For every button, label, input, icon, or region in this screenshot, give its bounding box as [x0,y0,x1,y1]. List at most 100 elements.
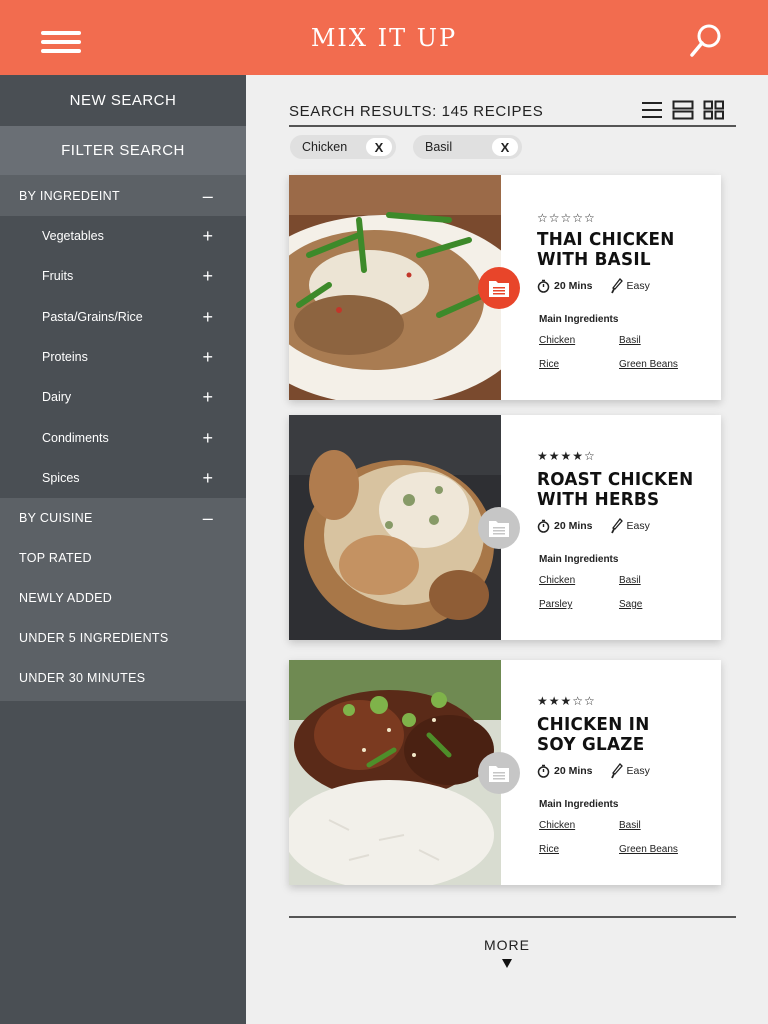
ingredient-link[interactable]: Basil [619,335,641,346]
recipe-card[interactable]: ☆☆☆☆☆ THAI CHICKEN WITH BASIL 20 Mins Eas… [289,175,721,400]
by-cuisine-label: BY CUISINE [19,511,93,526]
expand-icon: + [202,226,213,247]
ingredient-link[interactable]: Green Beans [619,844,678,855]
expand-icon: + [202,427,213,448]
sidebar-item-label: Vegetables [42,229,104,244]
expand-icon: + [202,347,213,368]
recipe-meta: 20 Mins Easy [537,518,650,534]
expand-icon: + [202,467,213,488]
divider [289,916,736,918]
difficulty: Easy [626,520,650,532]
chip-label: Basil [425,140,453,154]
knife-icon [610,518,623,534]
cook-time: 20 Mins [554,520,593,532]
ingredient-link[interactable]: Sage [619,599,642,610]
remove-chip-button[interactable]: X [492,138,518,156]
sidebar-item-label: Proteins [42,350,88,365]
cook-time: 20 Mins [554,280,593,292]
sidebar-item-label: Condiments [42,430,109,445]
rating-stars: ★★★★☆ [537,449,596,463]
recipe-photo [289,415,501,640]
sidebar-item-label: Dairy [42,390,72,405]
by-ingredient-toggle[interactable]: BY INGREDEINT – [0,175,246,216]
more-button[interactable]: MORE [246,937,768,953]
app-title: MIX IT UP [310,24,458,52]
difficulty: Easy [626,765,650,777]
sidebar-item-top-rated[interactable]: TOP RATED [0,538,246,578]
sidebar-item-spices[interactable]: Spices + [0,458,246,498]
folder-icon [489,766,509,782]
filter-chip-basil: Basil X [413,135,522,159]
ingredient-link[interactable]: Rice [539,359,559,370]
app-header: MIX IT UP [0,0,768,75]
sidebar: NEW SEARCH FILTER SEARCH BY INGREDEINT –… [0,75,246,1024]
recipe-info: ☆☆☆☆☆ THAI CHICKEN WITH BASIL 20 Mins Eas… [537,175,717,400]
timer-icon [537,764,550,778]
sidebar-item-fruits[interactable]: Fruits + [0,256,246,296]
recipe-title[interactable]: ROAST CHICKEN WITH HERBS [537,470,710,510]
new-search-button[interactable]: NEW SEARCH [0,75,246,126]
by-ingredient-label: BY INGREDEINT [19,188,120,203]
recipe-card[interactable]: ★★★☆☆ CHICKEN IN SOY GLAZE 20 Mins Easy M… [289,660,721,885]
by-cuisine-toggle[interactable]: BY CUISINE – [0,498,246,538]
main-ingredients-label: Main Ingredients [539,314,619,325]
recipe-photo [289,660,501,885]
recipe-meta: 20 Mins Easy [537,278,650,294]
sidebar-item-label: Fruits [42,269,74,284]
ingredient-link[interactable]: Chicken [539,575,575,586]
sidebar-item-under-5-ingredients[interactable]: UNDER 5 INGREDIENTS [0,618,246,658]
folder-icon [489,521,509,537]
sidebar-item-vegetables[interactable]: Vegetables + [0,216,246,256]
ingredient-link[interactable]: Basil [619,575,641,586]
expand-icon: + [202,306,213,327]
difficulty: Easy [626,280,650,292]
sidebar-item-proteins[interactable]: Proteins + [0,337,246,377]
ingredient-link[interactable]: Basil [619,820,641,831]
save-recipe-button[interactable] [478,507,520,549]
divider [289,125,736,127]
ingredient-link[interactable]: Rice [539,844,559,855]
save-recipe-button[interactable] [478,752,520,794]
other-filters: BY CUISINE – TOP RATED NEWLY ADDED UNDER… [0,498,246,702]
main-ingredients-label: Main Ingredients [539,799,619,810]
timer-icon [537,519,550,533]
list-view-icon[interactable] [641,100,663,120]
filter-search-button[interactable]: FILTER SEARCH [0,126,246,175]
recipe-title[interactable]: THAI CHICKEN WITH BASIL [537,230,710,270]
knife-icon [610,763,623,779]
collapse-icon: – [202,508,213,529]
folder-icon [489,281,509,297]
ingredient-link[interactable]: Chicken [539,820,575,831]
collapse-icon: – [202,185,213,206]
recipe-meta: 20 Mins Easy [537,763,650,779]
search-icon[interactable] [688,22,724,58]
ingredient-link[interactable]: Green Beans [619,359,678,370]
chip-label: Chicken [302,140,348,154]
down-arrow-icon[interactable] [502,959,512,968]
recipe-photo [289,175,501,400]
remove-chip-button[interactable]: X [366,138,392,156]
sidebar-item-pasta-grains-rice[interactable]: Pasta/Grains/Rice + [0,297,246,337]
recipe-info: ★★★☆☆ CHICKEN IN SOY GLAZE 20 Mins Easy M… [537,660,717,885]
sidebar-item-under-30-minutes[interactable]: UNDER 30 MINUTES [0,658,246,698]
rating-stars: ★★★☆☆ [537,694,596,708]
sidebar-item-dairy[interactable]: Dairy + [0,377,246,417]
results-title: SEARCH RESULTS: 145 RECIPES [289,103,544,120]
ingredient-link[interactable]: Parsley [539,599,572,610]
view-toggle [641,100,725,120]
grid-view-icon[interactable] [703,100,725,120]
cook-time: 20 Mins [554,765,593,777]
filter-chip-chicken: Chicken X [290,135,396,159]
expand-icon: + [202,387,213,408]
recipe-card[interactable]: ★★★★☆ ROAST CHICKEN WITH HERBS 20 Mins Ea… [289,415,721,640]
timer-icon [537,279,550,293]
large-list-view-icon[interactable] [672,100,694,120]
sidebar-item-condiments[interactable]: Condiments + [0,417,246,457]
save-recipe-button[interactable] [478,267,520,309]
knife-icon [610,278,623,294]
recipe-title[interactable]: CHICKEN IN SOY GLAZE [537,715,710,755]
sidebar-item-label: Spices [42,470,80,485]
ingredient-link[interactable]: Chicken [539,335,575,346]
results-panel: SEARCH RESULTS: 145 RECIPES Chicken X Ba… [246,75,768,1024]
sidebar-item-newly-added[interactable]: NEWLY ADDED [0,578,246,618]
